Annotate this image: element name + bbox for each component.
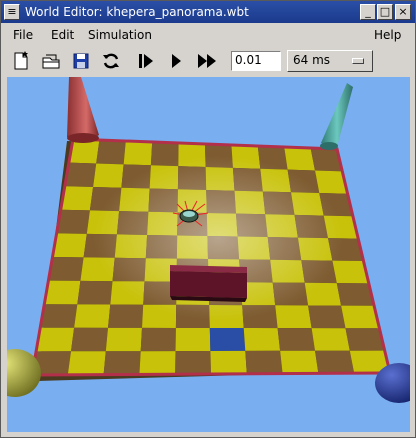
save-world-icon[interactable] — [70, 50, 92, 72]
run-icon[interactable] — [165, 50, 187, 72]
menu-edit[interactable]: Edit — [51, 27, 74, 43]
3d-view[interactable] — [7, 77, 410, 432]
revert-icon[interactable] — [100, 50, 122, 72]
window-title: World Editor: khepera_panorama.wbt — [25, 5, 249, 19]
close-button[interactable]: × — [395, 4, 411, 20]
speed-value: 64 ms — [293, 53, 331, 67]
title-bar: ≡ World Editor: khepera_panorama.wbt _ □… — [1, 1, 415, 23]
world-editor-window: ≡ World Editor: khepera_panorama.wbt _ □… — [0, 0, 416, 438]
menu-bar: File Edit Simulation Help — [1, 24, 415, 46]
minimize-button[interactable]: _ — [360, 4, 376, 20]
maximize-button[interactable]: □ — [377, 4, 393, 20]
step-icon[interactable] — [135, 50, 157, 72]
option-menu-indicator-icon — [352, 58, 364, 64]
menu-help[interactable]: Help — [374, 27, 401, 43]
time-step-input[interactable]: 0.01 — [231, 51, 281, 71]
red-cone — [67, 77, 99, 143]
open-world-icon[interactable] — [40, 50, 62, 72]
window-menu-icon[interactable]: ≡ — [4, 4, 20, 20]
speed-option-menu[interactable]: 64 ms — [287, 50, 373, 72]
toolbar: 0.01 64 ms — [1, 47, 415, 75]
teal-cone — [320, 83, 353, 150]
new-world-icon[interactable] — [10, 50, 32, 72]
arena-spotlight — [32, 139, 390, 375]
fast-icon[interactable] — [196, 50, 218, 72]
obstacle-box — [170, 265, 247, 302]
menu-file[interactable]: File — [13, 27, 33, 43]
menu-simulation[interactable]: Simulation — [88, 27, 152, 43]
